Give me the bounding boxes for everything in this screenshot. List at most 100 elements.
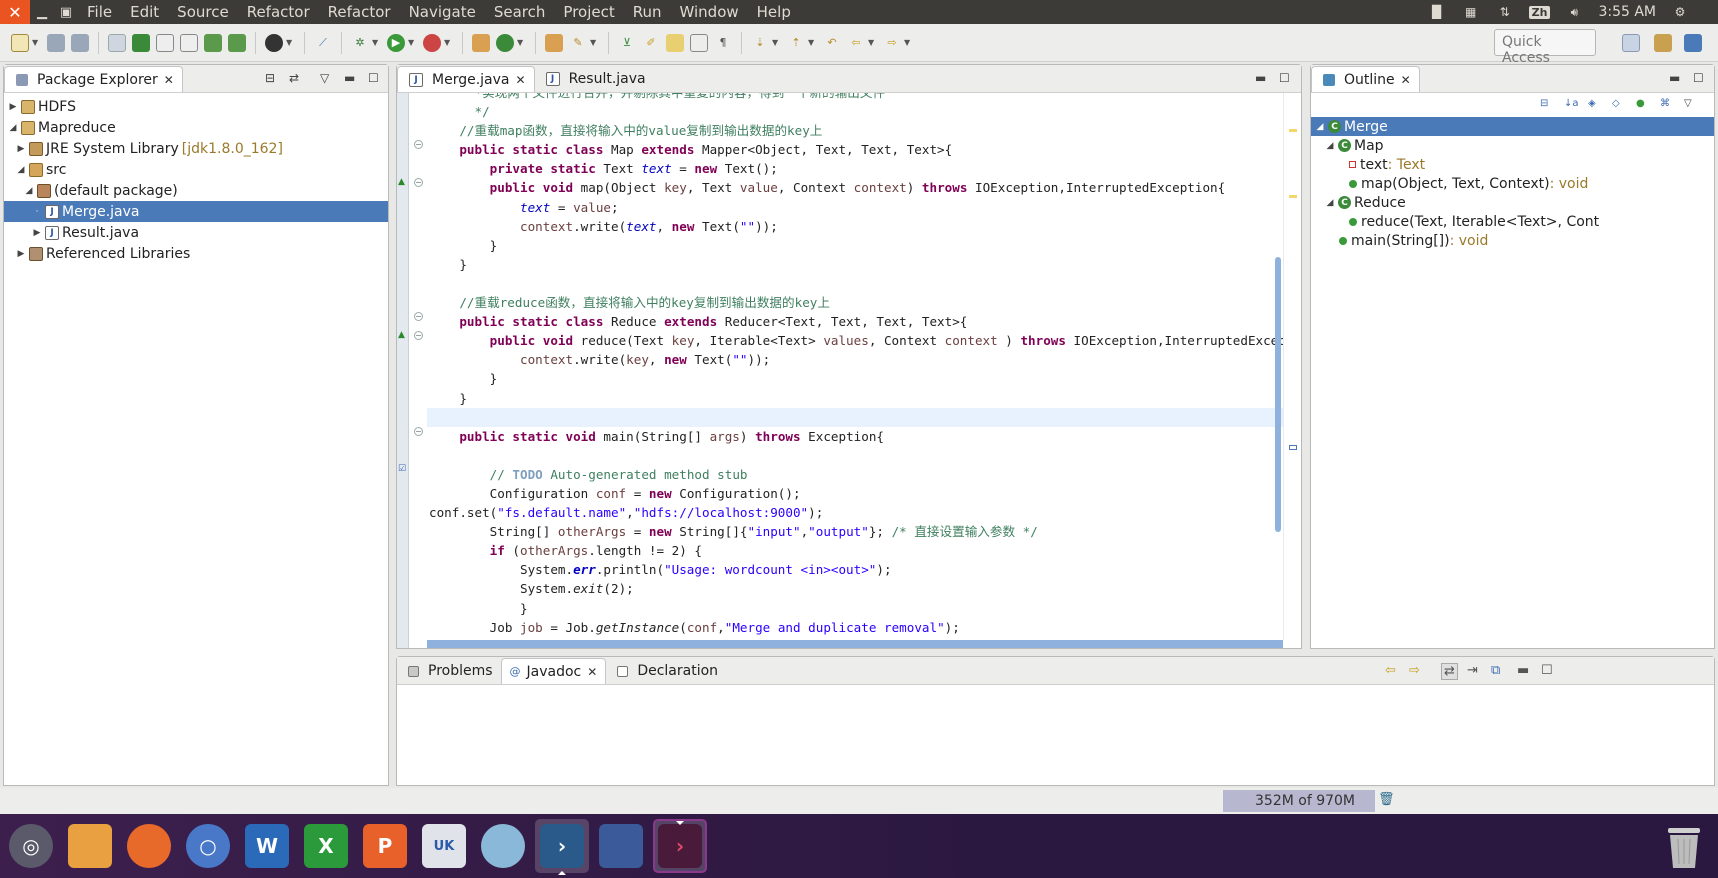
previous-edit-dropdown-icon[interactable]: ▼ <box>808 38 816 47</box>
toggle-mark-occurrences-icon[interactable] <box>666 33 684 52</box>
pen-icon[interactable]: ✐ <box>642 34 660 52</box>
skip-breakpoints-icon[interactable]: ⟋ <box>314 34 332 52</box>
new-class-dropdown-icon[interactable]: ▼ <box>517 38 525 47</box>
outline-item[interactable]: reduce(Text, Iterable<Text>, Cont <box>1311 212 1714 231</box>
menu-search[interactable]: Search <box>485 0 555 24</box>
close-icon[interactable]: ✕ <box>1401 73 1411 87</box>
new-icon[interactable] <box>11 33 29 52</box>
external-tools-dropdown-icon[interactable]: ▼ <box>444 38 452 47</box>
quick-access-field[interactable]: Quick Access <box>1494 29 1596 66</box>
window-maximize-button[interactable]: ▣ <box>54 0 78 24</box>
network-arrows-icon[interactable]: ⇅ <box>1495 4 1515 20</box>
hide-nonpublic-icon[interactable]: ● <box>1636 98 1650 112</box>
window-minimize-button[interactable]: ▁ <box>30 0 54 24</box>
heap-status[interactable]: 352M of 970M <box>1223 790 1375 812</box>
toggle-block-selection-icon[interactable] <box>108 33 126 52</box>
fold-toggle-icon[interactable]: − <box>414 331 423 340</box>
next-edit-dropdown-icon[interactable]: ▼ <box>772 38 780 47</box>
open-package-icon[interactable] <box>545 33 563 52</box>
tab-javadoc[interactable]: @ Javadoc ✕ <box>500 658 607 684</box>
files-icon[interactable] <box>63 819 117 873</box>
calendar-icon[interactable]: ▦ <box>1461 4 1481 20</box>
view-menu-icon[interactable]: ▽ <box>1684 98 1698 112</box>
forward-icon[interactable]: ⇨ <box>1409 663 1420 678</box>
maximize-icon[interactable]: ☐ <box>1693 71 1704 85</box>
tree-item[interactable]: ◢ src <box>4 159 388 180</box>
save-icon[interactable] <box>47 33 65 52</box>
tree-item[interactable]: ◢ Mapreduce <box>4 117 388 138</box>
save-all-icon[interactable] <box>71 33 89 52</box>
expand-arrow-icon[interactable]: ◢ <box>1315 122 1325 132</box>
vertical-scrollbar[interactable] <box>1275 257 1281 532</box>
eclipse-icon[interactable] <box>594 819 648 873</box>
debug-dropdown-icon[interactable]: ▼ <box>372 38 380 47</box>
tree-item[interactable]: ◢ (default package) <box>4 180 388 201</box>
tab-outline[interactable]: Outline ✕ <box>1311 66 1420 92</box>
outline-item[interactable]: ◢ C Map <box>1311 136 1714 155</box>
disk-icon[interactable] <box>476 819 530 873</box>
collapse-arrow-icon[interactable]: ▶ <box>32 228 42 238</box>
volume-icon[interactable]: 🔊︎ <box>1564 4 1584 20</box>
menu-source[interactable]: Source <box>168 0 238 24</box>
view-menu-icon[interactable]: ▽ <box>320 71 329 85</box>
collapse-all-icon[interactable]: ⊟ <box>265 71 275 85</box>
previous-edit-icon[interactable]: ⇡ <box>787 34 805 52</box>
expand-arrow-icon[interactable]: ◢ <box>16 165 26 175</box>
tab-problems[interactable]: Problems <box>397 658 501 684</box>
firefox-icon[interactable] <box>122 819 176 873</box>
menu-file[interactable]: File <box>78 0 121 24</box>
java-ee-perspective-icon[interactable] <box>1654 34 1672 52</box>
menu-help[interactable]: Help <box>748 0 800 24</box>
open-declaration-icon[interactable]: ⧉ <box>1491 663 1500 678</box>
terminal-icon[interactable]: › <box>653 819 707 873</box>
new-class-icon[interactable] <box>496 33 514 52</box>
collapse-arrow-icon[interactable]: ▶ <box>16 144 26 154</box>
fold-toggle-icon[interactable]: − <box>414 312 423 321</box>
outline-item[interactable]: map(Object, Text, Context) : void <box>1311 174 1714 193</box>
chromium-icon[interactable]: ○ <box>181 819 235 873</box>
tree-item[interactable]: · J Merge.java <box>4 201 388 222</box>
expand-arrow-icon[interactable]: ◢ <box>8 123 18 133</box>
show-whitespace-icon[interactable] <box>690 33 708 52</box>
collapse-all-icon[interactable]: ⊟ <box>1540 98 1554 112</box>
outline-item[interactable]: text : Text <box>1311 155 1714 174</box>
maximize-icon[interactable]: ☐ <box>1541 663 1553 678</box>
maximize-icon[interactable]: ☐ <box>1279 71 1290 85</box>
window-close-button[interactable]: ✕ <box>0 0 30 24</box>
overview-warning-marker[interactable] <box>1289 129 1297 132</box>
perspective-dropdown-icon[interactable]: ▼ <box>286 38 294 47</box>
input-method-indicator[interactable]: Zh <box>1528 5 1551 19</box>
menu-window[interactable]: Window <box>671 0 748 24</box>
open-type-icon[interactable] <box>156 33 174 52</box>
debug-icon[interactable]: ✲ <box>351 34 369 52</box>
search-tool-icon[interactable]: ✎ <box>569 34 587 52</box>
tree-item[interactable]: ▶ J Result.java <box>4 222 388 243</box>
collapse-arrow-icon[interactable]: ▶ <box>16 249 26 259</box>
overview-warning-marker[interactable] <box>1289 195 1297 198</box>
forward-icon[interactable]: ⇨ <box>883 34 901 52</box>
calc-icon[interactable]: X <box>299 819 353 873</box>
next-edit-icon[interactable]: ⇣ <box>751 34 769 52</box>
close-icon[interactable]: ✕ <box>164 73 174 87</box>
tree-item[interactable]: ▶ HDFS <box>4 96 388 117</box>
next-annotation-icon[interactable]: ⊻ <box>618 34 636 52</box>
collapse-arrow-icon[interactable]: ▶ <box>8 102 18 112</box>
menu-navigate[interactable]: Navigate <box>400 0 485 24</box>
back-dropdown-icon[interactable]: ▼ <box>868 38 876 47</box>
expand-arrow-icon[interactable]: ◢ <box>1325 198 1335 208</box>
menu-refactor-2[interactable]: Refactor <box>319 0 400 24</box>
writer-icon[interactable]: W <box>240 819 294 873</box>
close-icon[interactable]: ✕ <box>516 73 526 87</box>
open-resource-icon[interactable] <box>180 33 198 52</box>
code-editor[interactable]: ▲ ▲ ☑ − − − − − *实现两个文件进行合并，并剔除其中重复的内容，得… <box>397 93 1301 648</box>
forward-dropdown-icon[interactable]: ▼ <box>904 38 912 47</box>
maximize-icon[interactable]: ☐ <box>368 71 379 85</box>
trash-icon[interactable] <box>1664 824 1704 870</box>
hide-fields-icon[interactable]: ◈ <box>1588 98 1602 112</box>
tab-merge-java[interactable]: J Merge.java ✕ <box>397 66 535 92</box>
system-settings-icon[interactable]: ⚙ <box>1670 4 1690 20</box>
expand-arrow-icon[interactable]: ◢ <box>1325 141 1335 151</box>
minimize-icon[interactable]: ▬ <box>1517 663 1529 678</box>
overview-task-marker[interactable] <box>1289 445 1297 450</box>
code-area[interactable]: *实现两个文件进行合并，并剔除其中重复的内容，得到一个新的输出文件 */ //重… <box>427 93 1283 640</box>
